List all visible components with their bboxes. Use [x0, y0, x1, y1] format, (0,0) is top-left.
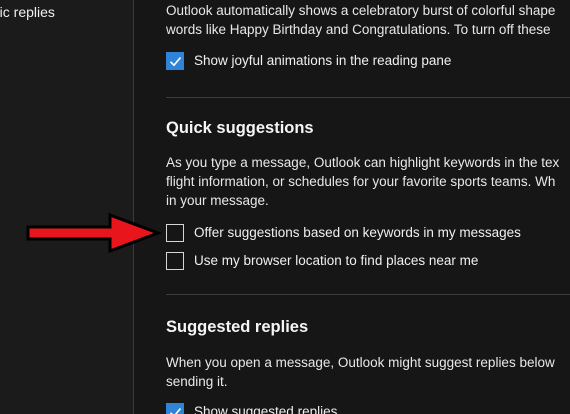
settings-sidebar: atic replies — [0, 0, 133, 414]
joyful-animations-label[interactable]: Show joyful animations in the reading pa… — [194, 53, 451, 68]
section-separator — [166, 97, 570, 98]
quick-suggestions-heading: Quick suggestions — [166, 119, 314, 137]
browser-location-label[interactable]: Use my browser location to find places n… — [194, 253, 478, 268]
suggested-replies-description-line-1: When you open a message, Outlook might s… — [166, 355, 555, 370]
suggested-replies-label[interactable]: Show suggested replies — [194, 404, 337, 414]
suggested-replies-description-line-2: sending it. — [166, 374, 228, 389]
joyful-description-line-2: words like Happy Birthday and Congratula… — [166, 22, 551, 37]
offer-suggestions-label[interactable]: Offer suggestions based on keywords in m… — [194, 225, 521, 240]
suggested-replies-checkbox[interactable] — [166, 403, 184, 414]
section-separator — [166, 294, 570, 295]
settings-content: Outlook automatically shows a celebrator… — [134, 0, 570, 414]
joyful-animations-checkbox[interactable] — [166, 52, 184, 70]
red-arrow-icon — [26, 212, 163, 254]
quick-suggestions-description-line-3: in your message. — [166, 193, 269, 208]
checkmark-icon — [169, 56, 182, 67]
checkmark-icon — [169, 407, 182, 414]
quick-suggestions-description-line-1: As you type a message, Outlook can highl… — [166, 155, 560, 170]
sidebar-item-automatic-replies[interactable]: atic replies — [0, 4, 55, 20]
quick-suggestions-description-line-2: flight information, or schedules for you… — [166, 174, 556, 189]
joyful-description-line-1: Outlook automatically shows a celebrator… — [166, 3, 556, 18]
suggested-replies-heading: Suggested replies — [166, 318, 309, 336]
browser-location-checkbox[interactable] — [166, 252, 184, 270]
offer-suggestions-checkbox[interactable] — [166, 224, 184, 242]
